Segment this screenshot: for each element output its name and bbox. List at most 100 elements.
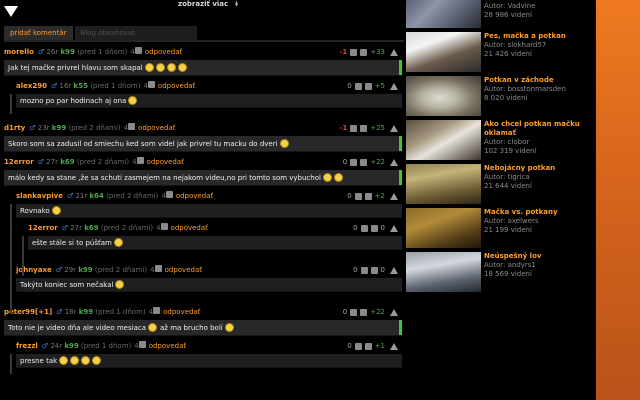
related-video-item[interactable]: Mačka vs. potkany Autor: axelwers 21 199 v… (406, 208, 596, 252)
gender-male-icon: ♂ (41, 342, 49, 350)
thumb-down-icon[interactable] (354, 342, 362, 350)
comment: 12error ♂ 27r k69 (pred 2 dňami) 4 odpoveda… (4, 156, 402, 186)
video-title-link[interactable]: Neúspešný lov (484, 252, 594, 261)
downvote-count: 0 (347, 342, 352, 350)
related-video-item[interactable]: Potkan v záchode Autor: bosstonmarsden 8 0… (406, 76, 596, 120)
video-thumbnail[interactable] (406, 208, 481, 248)
video-thumbnail[interactable] (406, 0, 481, 28)
thumb-up-icon[interactable] (360, 308, 368, 316)
related-video-item[interactable]: Autor: Vadvine 28 986 videní (406, 0, 596, 32)
video-info: Autor: Vadvine 28 986 videní (484, 2, 594, 20)
gender-male-icon: ♂ (55, 266, 63, 274)
collapse-arrow-icon[interactable] (4, 6, 18, 17)
vote-controls: 0 +22 (343, 306, 398, 318)
show-more-link[interactable]: zobraziť viac ↡ (178, 0, 239, 8)
report-warning-icon[interactable] (390, 48, 398, 56)
video-title-link[interactable]: Mačka vs. potkany (484, 208, 594, 217)
video-views: 21 426 videní (484, 50, 532, 58)
reply-link[interactable]: odpovedať (147, 158, 184, 166)
reply-count-value: 4 (156, 224, 161, 232)
video-views: 102 319 videní (484, 147, 537, 155)
message-icon (138, 341, 146, 348)
comment-username[interactable]: 12error (28, 224, 58, 232)
comment-username[interactable]: d1rty (4, 124, 25, 132)
related-video-item[interactable]: Ako chcel potkan mačku oklamať Autor: clo… (406, 120, 596, 164)
smiley-icon (155, 63, 165, 72)
thumb-up-icon[interactable] (370, 266, 378, 274)
thumb-up-icon[interactable] (364, 342, 372, 350)
thumb-up-icon[interactable] (364, 192, 372, 200)
thumb-down-icon[interactable] (350, 308, 358, 316)
downvote-count: 0 (347, 82, 352, 90)
comment-meta: johnyaxe ♂ 29r k99 (pred 2 dňami) 4 odpoved… (16, 264, 402, 276)
tab-add-comment[interactable]: pridať komentár (4, 26, 73, 40)
video-title-link[interactable]: Pes, mačka a potkan (484, 32, 594, 41)
thumb-up-icon[interactable] (360, 124, 368, 132)
video-author: Autor: andyrs1 (484, 261, 536, 269)
report-warning-icon[interactable] (390, 192, 398, 200)
thumb-down-icon[interactable] (354, 192, 362, 200)
video-info: Mačka vs. potkany Autor: axelwers 21 199 v… (484, 208, 594, 235)
thumb-up-icon[interactable] (370, 224, 378, 232)
related-video-item[interactable]: Neúspešný lov Autor: andyrs1 18 569 videní (406, 252, 596, 296)
thumb-down-icon[interactable] (350, 48, 358, 56)
comment-time: (pred 1 dňom) (90, 82, 141, 90)
thumb-down-icon[interactable] (350, 124, 358, 132)
related-video-item[interactable]: Nebojácny potkan Autor: tigrica 21 644 vid… (406, 164, 596, 208)
comment-age: ♂ 23r k99 (pred 2 dňami) (29, 124, 120, 132)
comment-username[interactable]: slankavpive (16, 192, 63, 200)
video-thumbnail[interactable] (406, 32, 481, 72)
report-warning-icon[interactable] (390, 342, 398, 350)
video-info: Nebojácny potkan Autor: tigrica 21 644 vid… (484, 164, 594, 191)
video-thumbnail[interactable] (406, 76, 481, 116)
video-title-link[interactable]: Ako chcel potkan mačku oklamať (484, 120, 594, 138)
report-warning-icon[interactable] (390, 224, 398, 232)
reply-link[interactable]: odpovedať (171, 224, 208, 232)
comment: peter99[+1] ♂ 18r k99 (pred 1 dňom) 4 odpov… (4, 306, 402, 336)
upvote-count: +25 (370, 124, 385, 132)
reply-link[interactable]: odpovedať (165, 266, 202, 274)
smiley-icon (59, 356, 69, 365)
thread-connector (10, 204, 12, 314)
thumb-up-icon[interactable] (360, 48, 368, 56)
comment-username[interactable]: frezzl (16, 342, 38, 350)
reply-link[interactable]: odpovedať (163, 308, 200, 316)
video-views: 8 020 videní (484, 94, 528, 102)
reply-link[interactable]: odpovedať (176, 192, 213, 200)
report-warning-icon[interactable] (390, 82, 398, 90)
thumb-down-icon[interactable] (360, 224, 368, 232)
video-author: Autor: Vadvine (484, 2, 536, 10)
comment-username[interactable]: alex290 (16, 82, 47, 90)
thumb-up-icon[interactable] (364, 82, 372, 90)
comment-meta: morello ♂ 26r k99 (pred 1 dňom) 4 odpovedať… (4, 46, 402, 58)
report-warning-icon[interactable] (390, 266, 398, 274)
report-warning-icon[interactable] (390, 124, 398, 132)
video-title-link[interactable]: Nebojácny potkan (484, 164, 594, 173)
video-thumbnail[interactable] (406, 164, 481, 204)
message-icon (134, 47, 142, 54)
thumb-down-icon[interactable] (354, 82, 362, 90)
thumb-down-icon[interactable] (360, 266, 368, 274)
video-title-link[interactable]: Potkan v záchode (484, 76, 594, 85)
reply-link[interactable]: odpovedať (138, 124, 175, 132)
video-thumbnail[interactable] (406, 252, 481, 292)
comment-username[interactable]: 12error (4, 158, 34, 166)
downvote-count: 0 (353, 266, 358, 274)
report-warning-icon[interactable] (390, 308, 398, 316)
tab-secondary[interactable]: Blog obsahovat (74, 26, 197, 40)
smiley-icon (128, 96, 138, 105)
reply-count: 4 (150, 265, 162, 274)
thumb-up-icon[interactable] (360, 158, 368, 166)
thumb-down-icon[interactable] (350, 158, 358, 166)
reply-link[interactable]: odpovedať (158, 82, 195, 90)
positive-score-bar (399, 320, 402, 335)
reply-link[interactable]: odpovedať (145, 48, 182, 56)
related-video-item[interactable]: Pes, mačka a potkan Autor: slokhard57 21 4… (406, 32, 596, 76)
video-thumbnail[interactable] (406, 120, 481, 160)
video-author: Autor: axelwers (484, 217, 539, 225)
message-icon (160, 223, 168, 230)
reply-link[interactable]: odpovedať (149, 342, 186, 350)
report-warning-icon[interactable] (390, 158, 398, 166)
user-karma: k99 (60, 48, 75, 56)
comment-username[interactable]: morello (4, 48, 34, 56)
